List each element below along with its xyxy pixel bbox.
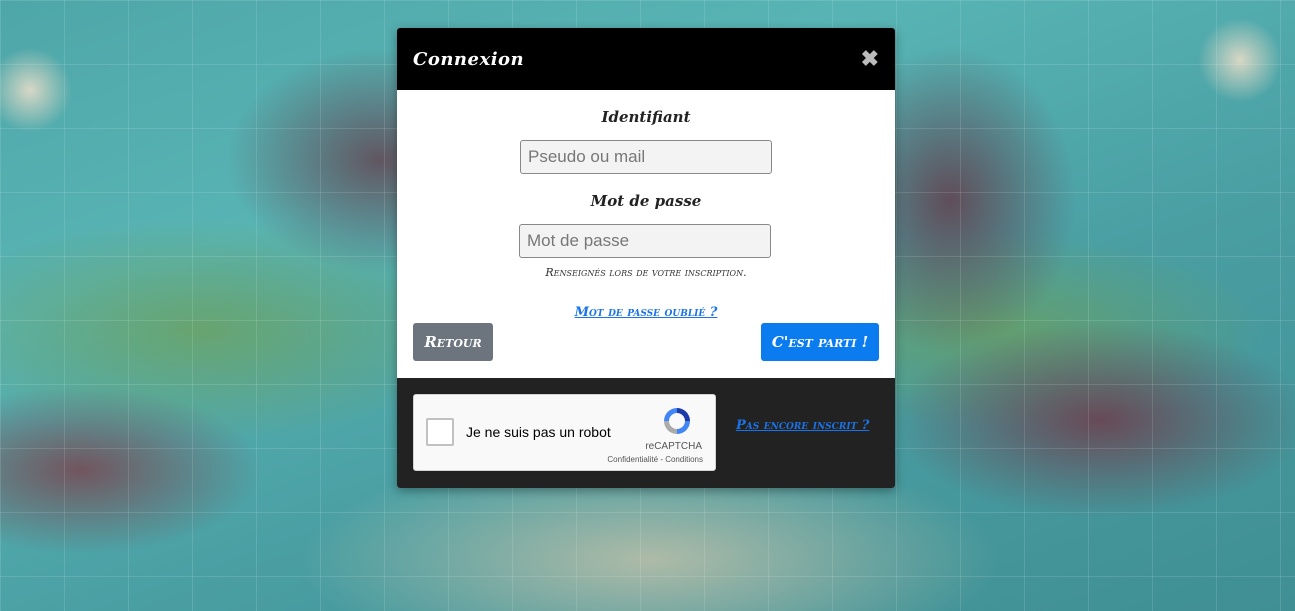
back-button[interactable]: Retour: [413, 323, 493, 361]
identifier-input[interactable]: [520, 140, 772, 174]
close-icon[interactable]: ✖: [861, 48, 879, 70]
login-modal: Connexion ✖ Identifiant Mot de passe Ren…: [397, 28, 895, 488]
recaptcha-checkbox[interactable]: [426, 418, 454, 446]
login-form: Identifiant Mot de passe Renseignés lors…: [397, 90, 895, 378]
recaptcha-widget: Je ne suis pas un robot reCAPTCHA Confid…: [413, 394, 716, 471]
password-input[interactable]: [519, 224, 771, 258]
recaptcha-brand: reCAPTCHA: [645, 441, 702, 452]
recaptcha-terms-link[interactable]: Confidentialité - Conditions: [607, 455, 703, 464]
forgot-password-link[interactable]: Mot de passe oublié ?: [397, 305, 895, 320]
submit-button[interactable]: C'est parti !: [761, 323, 879, 361]
recaptcha-logo-icon: [664, 408, 690, 434]
credentials-hint: Renseignés lors de votre inscription.: [545, 266, 747, 279]
modal-header: Connexion ✖: [397, 28, 895, 90]
recaptcha-label: Je ne suis pas un robot: [466, 424, 611, 440]
password-label: Mot de passe: [590, 192, 702, 210]
identifier-label: Identifiant: [601, 108, 691, 126]
signup-link[interactable]: Pas encore inscrit ?: [736, 418, 869, 433]
modal-title: Connexion: [413, 48, 525, 70]
modal-footer: Je ne suis pas un robot reCAPTCHA Confid…: [397, 378, 895, 488]
